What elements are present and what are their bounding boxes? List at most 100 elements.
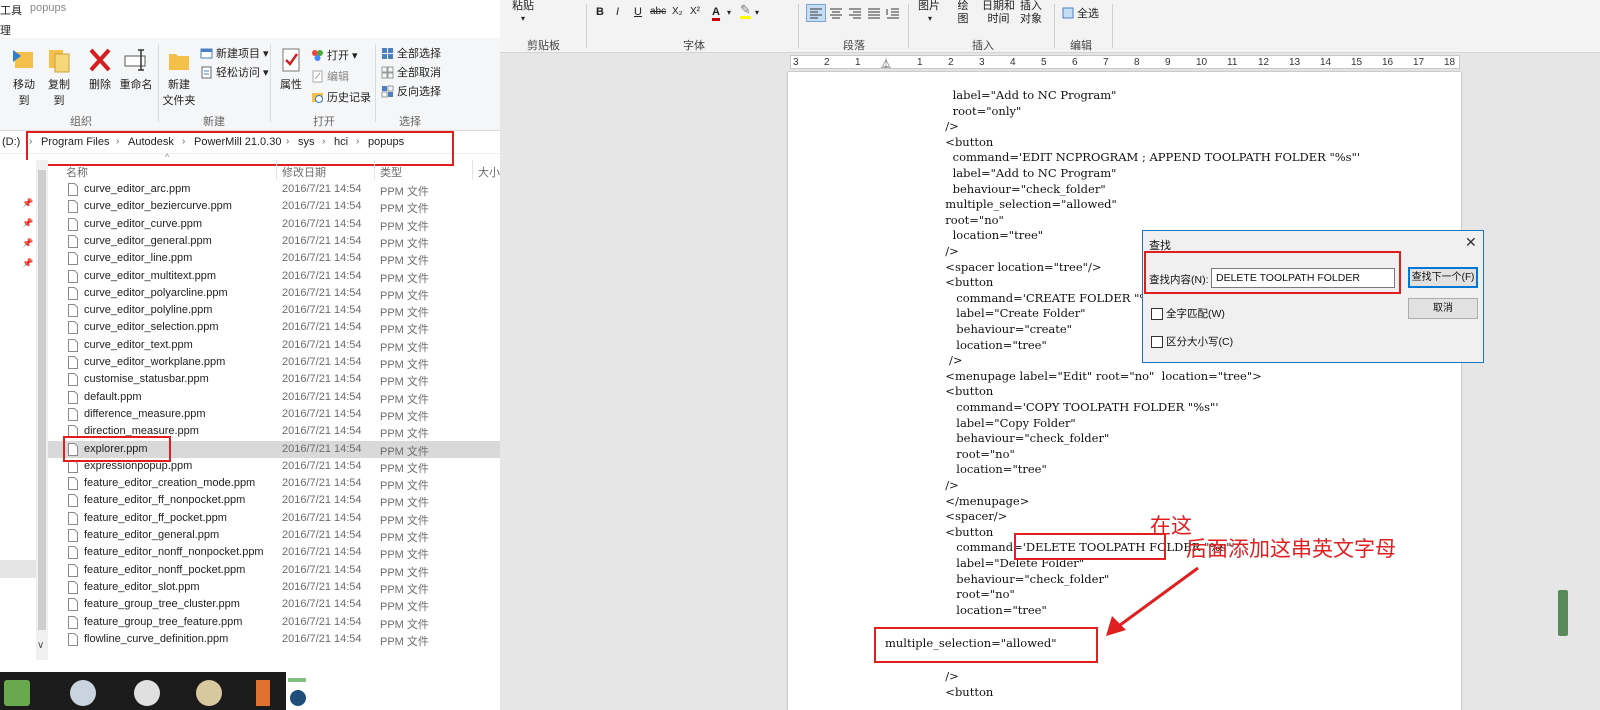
file-row[interactable]: feature_editor_ff_pocket.ppm 2016/7/21 14… bbox=[60, 510, 500, 527]
code-line[interactable]: <menupage label="Edit" root="no" locatio… bbox=[938, 369, 1261, 383]
nav-selected-item[interactable] bbox=[0, 560, 36, 578]
column-size[interactable]: 大小 bbox=[478, 164, 500, 180]
column-date[interactable]: 修改日期 bbox=[282, 164, 326, 180]
code-line[interactable]: location="tree" bbox=[938, 462, 1047, 476]
file-row[interactable]: feature_editor_general.ppm 2016/7/21 14:5… bbox=[60, 527, 500, 544]
datetime-button[interactable]: 日期和 时间 bbox=[982, 0, 1015, 26]
align-right-icon[interactable] bbox=[846, 5, 864, 21]
file-row[interactable]: curve_editor_arc.ppm 2016/7/21 14:54 PPM 文… bbox=[60, 181, 500, 198]
file-row[interactable]: curve_editor_workplane.ppm 2016/7/21 14:5… bbox=[60, 354, 500, 371]
document-page[interactable]: label="Add to NC Program" root="only" />… bbox=[788, 72, 1461, 710]
code-line[interactable]: <spacer location="tree"/> bbox=[938, 260, 1101, 274]
rename-button[interactable]: 重命名 bbox=[118, 46, 154, 92]
font-color-button[interactable]: A bbox=[712, 6, 720, 21]
file-row[interactable]: feature_editor_creation_mode.ppm 2016/7/2… bbox=[60, 475, 500, 492]
taskbar-app-icon[interactable] bbox=[134, 680, 160, 706]
file-row[interactable]: curve_editor_beziercurve.ppm 2016/7/21 14… bbox=[60, 198, 500, 215]
file-row[interactable]: curve_editor_curve.ppm 2016/7/21 14:54 PPM… bbox=[60, 216, 500, 233]
italic-button[interactable]: I bbox=[616, 6, 619, 18]
file-row[interactable]: curve_editor_text.ppm 2016/7/21 14:54 PPM … bbox=[60, 337, 500, 354]
pin-icon[interactable]: 📌 bbox=[22, 238, 33, 248]
code-line[interactable]: <button bbox=[938, 525, 993, 539]
code-line[interactable]: /> bbox=[938, 478, 959, 492]
file-row[interactable]: feature_group_tree_cluster.ppm 2016/7/21 … bbox=[60, 596, 500, 613]
taskbar-app-icon[interactable] bbox=[256, 680, 270, 706]
pin-icon[interactable]: 📌 bbox=[22, 258, 33, 268]
code-line[interactable]: <button bbox=[938, 275, 993, 289]
subscript-button[interactable]: X₂ bbox=[672, 6, 683, 17]
scroll-down-icon[interactable]: ∨ bbox=[37, 640, 44, 651]
column-divider[interactable] bbox=[472, 160, 473, 180]
file-row[interactable]: feature_group_tree_feature.ppm 2016/7/21 … bbox=[60, 614, 500, 631]
insert-object-button[interactable]: 插入 对象 bbox=[1020, 0, 1042, 26]
column-divider[interactable] bbox=[374, 160, 375, 180]
code-line[interactable]: command='CREATE FOLDER "%s"' bbox=[938, 291, 1164, 305]
new-folder-button[interactable]: 新建 文件夹 bbox=[162, 46, 196, 108]
code-line[interactable]: label="Add to NC Program" bbox=[938, 166, 1117, 180]
file-row[interactable]: feature_editor_nonff_pocket.ppm 2016/7/21… bbox=[60, 562, 500, 579]
code-line[interactable]: <button bbox=[938, 135, 993, 149]
match-case-checkbox[interactable]: 区分大小写(C) bbox=[1151, 334, 1233, 349]
highlight-pen-icon[interactable]: ✎ bbox=[740, 3, 751, 19]
taskbar-app-icon[interactable] bbox=[4, 680, 30, 706]
code-line[interactable]: root="no" bbox=[938, 447, 1015, 461]
chevron-down-icon[interactable]: ▾ bbox=[755, 8, 759, 17]
copy-to-button[interactable]: 复制到 bbox=[43, 46, 75, 108]
code-line[interactable]: label="Copy Folder" bbox=[938, 416, 1075, 430]
code-line[interactable]: <button bbox=[938, 384, 993, 398]
column-name[interactable]: 名称 bbox=[66, 164, 88, 180]
bold-button[interactable]: B bbox=[596, 6, 604, 18]
breadcrumb-drive[interactable]: (D:) bbox=[2, 136, 20, 148]
indent-marker-icon[interactable]: ⏅ bbox=[881, 55, 891, 70]
code-line[interactable]: multiple_selection="allowed" bbox=[938, 197, 1117, 211]
select-all-button-editor[interactable]: 全选 bbox=[1062, 5, 1099, 21]
code-line[interactable]: command='COPY TOOLPATH FOLDER "%s"' bbox=[938, 400, 1218, 414]
chevron-down-icon[interactable]: ▾ bbox=[727, 8, 731, 17]
file-row[interactable]: curve_editor_line.ppm 2016/7/21 14:54 PPM … bbox=[60, 250, 500, 267]
close-icon[interactable]: ✕ bbox=[1465, 234, 1477, 251]
easy-access-button[interactable]: 轻松访问 ▾ bbox=[200, 64, 269, 80]
paste-button[interactable]: 粘贴 bbox=[512, 0, 534, 13]
file-row[interactable]: difference_measure.ppm 2016/7/21 14:54 PPM… bbox=[60, 406, 500, 423]
underline-button[interactable]: U bbox=[634, 6, 642, 18]
file-row[interactable]: customise_statusbar.ppm 2016/7/21 14:54 PP… bbox=[60, 371, 500, 388]
invert-selection-button[interactable]: 反向选择 bbox=[381, 83, 441, 99]
tail-line-2[interactable]: <button bbox=[938, 685, 993, 699]
code-line[interactable]: location="tree" bbox=[938, 603, 1047, 617]
select-none-button[interactable]: 全部取消 bbox=[381, 64, 441, 80]
new-item-button[interactable]: 新建项目 ▾ bbox=[200, 45, 269, 61]
taskbar-app-icon[interactable] bbox=[196, 680, 222, 706]
delete-button[interactable]: 删除 bbox=[86, 46, 114, 92]
select-all-button[interactable]: 全部选择 bbox=[381, 45, 441, 61]
file-row[interactable]: feature_editor_nonff_nonpocket.ppm 2016/7… bbox=[60, 544, 500, 561]
file-row[interactable]: feature_editor_slot.ppm 2016/7/21 14:54 PP… bbox=[60, 579, 500, 596]
file-row[interactable]: default.ppm 2016/7/21 14:54 PPM 文件 bbox=[60, 389, 500, 406]
move-to-button[interactable]: 移动到 bbox=[8, 46, 40, 108]
paragraph-settings-icon[interactable] bbox=[884, 5, 902, 21]
code-line[interactable]: </menupage> bbox=[938, 494, 1029, 508]
file-row[interactable]: curve_editor_selection.ppm 2016/7/21 14:5… bbox=[60, 319, 500, 336]
code-line[interactable]: behaviour="check_folder" bbox=[938, 182, 1106, 196]
code-line[interactable]: root="no" bbox=[938, 213, 1004, 227]
taskbar-window-preview[interactable] bbox=[286, 672, 500, 710]
column-type[interactable]: 类型 bbox=[380, 164, 402, 180]
properties-button[interactable]: 属性 bbox=[276, 46, 306, 92]
strikethrough-button[interactable]: abc bbox=[650, 6, 666, 17]
align-center-icon[interactable] bbox=[827, 5, 845, 21]
file-row[interactable]: curve_editor_general.ppm 2016/7/21 14:54 P… bbox=[60, 233, 500, 250]
code-line[interactable]: label="Create Folder" bbox=[938, 306, 1085, 320]
file-row[interactable]: feature_editor_ff_nonpocket.ppm 2016/7/21… bbox=[60, 492, 500, 509]
align-left-button[interactable] bbox=[806, 4, 826, 22]
pin-icon[interactable]: 📌 bbox=[22, 198, 33, 208]
file-row[interactable]: flowline_curve_definition.ppm 2016/7/21 1… bbox=[60, 631, 500, 648]
code-line[interactable]: location="tree" bbox=[938, 228, 1044, 242]
code-line[interactable]: label="Add to NC Program" bbox=[938, 88, 1117, 102]
match-whole-word-checkbox[interactable]: 全字匹配(W) bbox=[1151, 306, 1225, 321]
taskbar-app-icon[interactable] bbox=[70, 680, 96, 706]
code-line[interactable]: location="tree" bbox=[938, 338, 1047, 352]
open-button[interactable]: 打开 ▾ bbox=[311, 47, 358, 63]
code-line[interactable]: /> bbox=[938, 119, 959, 133]
code-line[interactable]: behaviour="create" bbox=[938, 322, 1072, 336]
tab-manage[interactable]: 理 bbox=[0, 22, 11, 38]
picture-button[interactable]: 图片 bbox=[918, 0, 940, 13]
